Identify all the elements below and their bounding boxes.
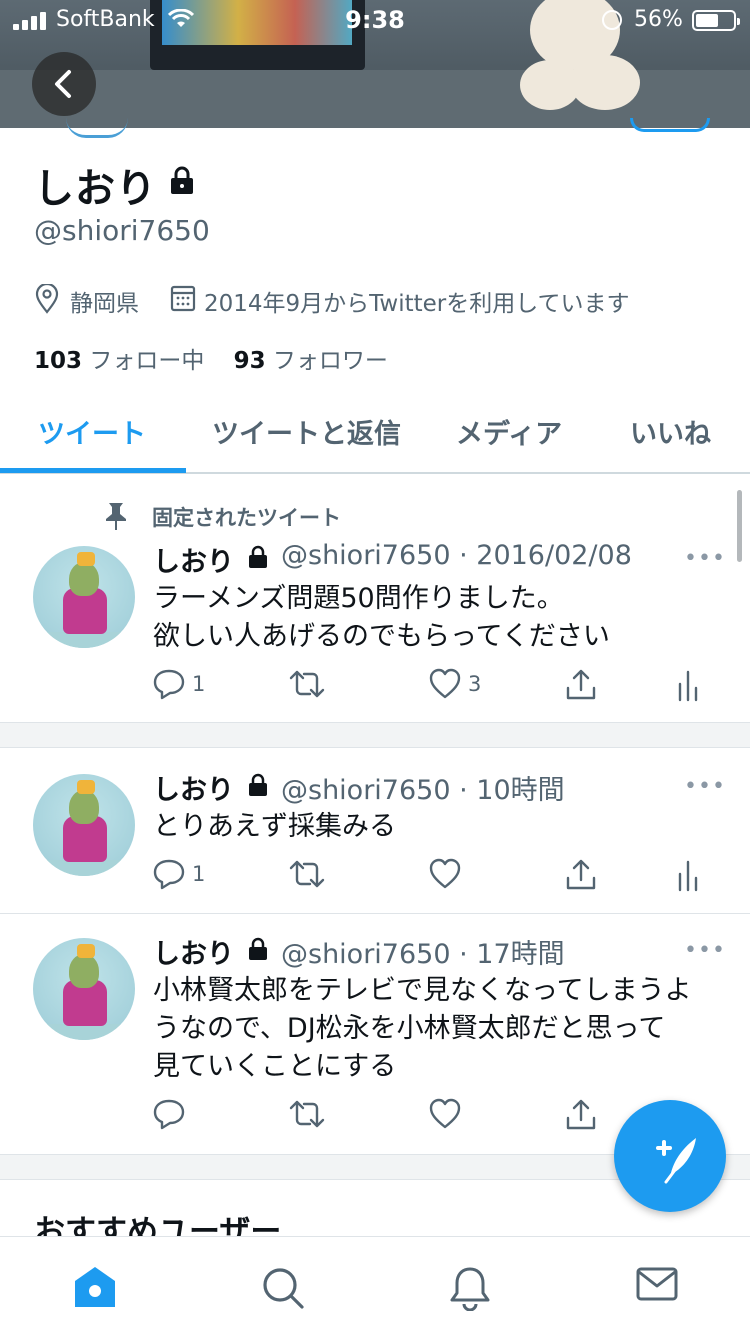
rotation-lock-icon bbox=[602, 10, 622, 30]
like-button[interactable] bbox=[428, 858, 462, 890]
share-icon bbox=[566, 669, 596, 700]
following-label: フォロー中 bbox=[89, 348, 205, 374]
back-button[interactable] bbox=[32, 52, 96, 116]
reply-count: 1 bbox=[192, 862, 206, 886]
edit-profile-button[interactable] bbox=[630, 118, 710, 132]
reply-button[interactable]: 1 bbox=[152, 858, 205, 890]
battery-icon bbox=[692, 10, 740, 31]
tweet-text-line: とりあえず採集みる bbox=[153, 811, 396, 842]
follow-counts: 103 フォロー中 93 フォロワー bbox=[34, 341, 388, 375]
tweet-text-line: ラーメンズ問題50問作りました。 bbox=[153, 583, 564, 614]
tweet-avatar[interactable] bbox=[33, 774, 135, 876]
scrollbar[interactable] bbox=[737, 490, 742, 562]
tweet-divider bbox=[0, 913, 750, 914]
search-icon[interactable] bbox=[260, 1265, 306, 1311]
profile-handle: @shiori7650 bbox=[34, 214, 210, 247]
tab-tweets-and-replies[interactable]: ツイートと返信 bbox=[212, 412, 401, 451]
tweet-avatar[interactable] bbox=[33, 546, 135, 648]
following-link[interactable]: 103 フォロー中 bbox=[34, 348, 204, 374]
lock-icon bbox=[249, 937, 267, 960]
status-bar: SoftBank 9:38 56% bbox=[0, 0, 750, 40]
location-pin-icon bbox=[35, 284, 59, 314]
home-icon[interactable] bbox=[72, 1265, 118, 1309]
reply-icon bbox=[153, 669, 185, 700]
reply-icon bbox=[153, 859, 185, 890]
more-options-icon[interactable]: ••• bbox=[684, 774, 726, 799]
tweet-actions: 1 3 bbox=[150, 668, 710, 708]
like-count: 3 bbox=[468, 672, 482, 696]
bottom-navigation bbox=[0, 1236, 750, 1334]
reply-icon bbox=[153, 1099, 185, 1130]
following-count: 103 bbox=[34, 348, 83, 374]
section-gap bbox=[0, 722, 750, 748]
tab-media[interactable]: メディア bbox=[456, 412, 562, 451]
retweet-button[interactable] bbox=[288, 858, 326, 890]
messages-icon[interactable] bbox=[636, 1265, 678, 1303]
pin-icon bbox=[106, 503, 126, 530]
like-button[interactable] bbox=[428, 1098, 462, 1130]
lock-icon bbox=[171, 166, 193, 194]
compose-tweet-icon bbox=[656, 1138, 696, 1184]
retweet-button[interactable] bbox=[288, 668, 326, 700]
share-button[interactable] bbox=[564, 858, 598, 892]
profile-tabs: ツイート ツイートと返信 メディア いいね bbox=[0, 394, 750, 474]
share-button[interactable] bbox=[564, 668, 598, 702]
back-arrow-icon bbox=[55, 70, 71, 98]
analytics-button[interactable] bbox=[676, 858, 700, 892]
tweet-author-name: しおり bbox=[153, 775, 234, 806]
compose-tweet-button[interactable] bbox=[614, 1100, 726, 1212]
recommended-users-heading: おすすめユーザー bbox=[34, 1214, 282, 1236]
tweet-text-line: うなので、DJ松永を小林賢太郎だと思って bbox=[153, 1013, 666, 1044]
lock-icon bbox=[249, 773, 267, 796]
analytics-button[interactable] bbox=[676, 668, 700, 702]
tweet-meta: @shiori7650 · 17時間 bbox=[281, 939, 565, 970]
retweet-icon bbox=[289, 860, 325, 888]
reply-count: 1 bbox=[192, 672, 206, 696]
tweet-text: ラーメンズ問題50問作りました。 欲しい人あげるのでもらってください bbox=[153, 580, 723, 656]
lock-icon bbox=[249, 545, 267, 568]
calendar-icon bbox=[170, 285, 196, 312]
more-options-icon[interactable]: ••• bbox=[684, 546, 726, 571]
profile-avatar[interactable] bbox=[66, 118, 128, 138]
followers-count: 93 bbox=[233, 348, 266, 374]
followers-link[interactable]: 93 フォロワー bbox=[234, 348, 388, 374]
tweet-actions: 1 bbox=[150, 858, 710, 898]
tab-likes[interactable]: いいね bbox=[630, 412, 711, 451]
profile-location: 静岡県 bbox=[70, 291, 139, 317]
tweet-author-name: しおり bbox=[153, 939, 234, 970]
share-button[interactable] bbox=[564, 1098, 598, 1132]
reply-button[interactable]: 1 bbox=[152, 668, 205, 700]
tweet-meta: @shiori7650 · 2016/02/08 bbox=[281, 540, 632, 571]
profile-joined-date: 2014年9月からTwitterを利用しています bbox=[204, 291, 630, 317]
active-tab-indicator bbox=[0, 468, 186, 473]
like-icon bbox=[429, 858, 461, 889]
retweet-icon bbox=[289, 1100, 325, 1128]
share-icon bbox=[566, 859, 596, 890]
tweet-meta: @shiori7650 · 10時間 bbox=[281, 775, 565, 806]
more-options-icon[interactable]: ••• bbox=[684, 938, 726, 963]
profile-name: しおり bbox=[34, 166, 157, 212]
analytics-icon bbox=[678, 860, 698, 892]
notifications-icon[interactable] bbox=[448, 1265, 492, 1311]
like-icon bbox=[429, 668, 461, 699]
tweet-avatar[interactable] bbox=[33, 938, 135, 1040]
retweet-button[interactable] bbox=[288, 1098, 326, 1130]
analytics-icon bbox=[678, 670, 698, 702]
tweet-author-name: しおり bbox=[153, 547, 234, 578]
tweet-text: 小林賢太郎をテレビで見なくなってしまうよ うなので、DJ松永を小林賢太郎だと思っ… bbox=[153, 972, 723, 1086]
battery-percent: 56% bbox=[634, 7, 683, 32]
tweet-text-line: 小林賢太郎をテレビで見なくなってしまうよ bbox=[153, 975, 692, 1006]
like-button[interactable]: 3 bbox=[428, 668, 481, 700]
like-icon bbox=[429, 1098, 461, 1129]
pinned-tweet-label: 固定されたツイート bbox=[100, 500, 341, 537]
tweet-text-line: 見ていくことにする bbox=[153, 1051, 397, 1082]
reply-button[interactable] bbox=[152, 1098, 186, 1130]
pinned-text: 固定されたツイート bbox=[152, 506, 341, 530]
share-icon bbox=[566, 1099, 596, 1130]
tab-tweets[interactable]: ツイート bbox=[38, 412, 146, 451]
followers-label: フォロワー bbox=[272, 348, 388, 374]
retweet-icon bbox=[289, 670, 325, 698]
tweet-text-line: 欲しい人あげるのでもらってください bbox=[153, 621, 610, 652]
tweet-text: とりあえず採集みる bbox=[153, 808, 723, 846]
